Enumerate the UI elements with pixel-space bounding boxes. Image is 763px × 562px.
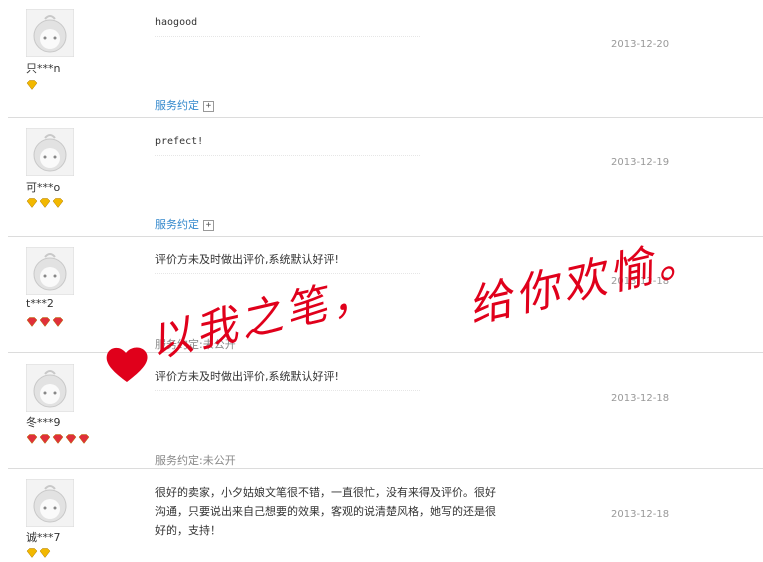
service-agreement-label: 服务约定	[155, 338, 199, 351]
service-agreement-link[interactable]: 服务约定 +	[155, 97, 214, 113]
diamond-badge-icon	[26, 548, 38, 558]
calligraphy-text-one: 以我之笔，	[145, 267, 381, 368]
review-comment: 评价方未及时做出评价,系统默认好评!	[155, 370, 339, 383]
credit-badges	[26, 198, 64, 210]
reviewer-name[interactable]: 诚***7	[26, 529, 61, 545]
service-agreement-label[interactable]: 服务约定	[155, 99, 199, 112]
credit-badges	[26, 317, 64, 329]
diamond-badge-icon	[52, 198, 64, 208]
service-agreement-label: 服务约定	[155, 454, 199, 467]
default-avatar-icon[interactable]	[26, 364, 74, 412]
reviewer-name[interactable]: t***2	[26, 297, 54, 310]
default-avatar-icon[interactable]	[26, 128, 74, 176]
diamond-badge-icon	[39, 317, 51, 327]
default-avatar-icon[interactable]	[26, 247, 74, 295]
diamond-badge-icon	[26, 434, 38, 444]
comment-divider	[155, 36, 420, 37]
review-separator	[8, 468, 763, 469]
service-agreement-status: 服务约定:未公开	[155, 336, 236, 352]
comment-divider	[155, 155, 420, 156]
credit-badges	[26, 548, 51, 560]
diamond-badge-icon	[39, 548, 51, 558]
diamond-badge-icon	[26, 80, 38, 90]
credit-badges	[26, 434, 90, 446]
review-separator	[8, 236, 763, 237]
default-avatar-icon[interactable]	[26, 9, 74, 57]
review-date: 2013-12-18	[611, 393, 670, 404]
review-separator	[8, 352, 763, 353]
review-comment: haogood	[155, 17, 198, 28]
review-date: 2013-12-20	[611, 39, 670, 50]
review-date: 2013-12-19	[611, 157, 670, 168]
service-agreement-value: :未公开	[199, 338, 236, 351]
comment-divider	[155, 273, 420, 274]
review-date: 2013-12-18	[611, 276, 670, 287]
review-comment: 很好的卖家，小夕姑娘文笔很不错，一直很忙，没有来得及评价。很好沟通，只要说出来自…	[155, 486, 496, 537]
review-date: 2013-12-18	[611, 509, 670, 520]
diamond-badge-icon	[39, 198, 51, 208]
review-comment: prefect!	[155, 136, 204, 147]
service-agreement-value: :未公开	[199, 454, 236, 467]
reviewer-name[interactable]: 冬***9	[26, 414, 61, 430]
comment-divider	[155, 390, 420, 391]
diamond-badge-icon	[26, 317, 38, 327]
diamond-badge-icon	[39, 434, 51, 444]
diamond-badge-icon	[52, 434, 64, 444]
expand-icon[interactable]: +	[203, 100, 214, 112]
service-agreement-label[interactable]: 服务约定	[155, 218, 199, 231]
review-separator	[8, 117, 763, 118]
diamond-badge-icon	[65, 434, 77, 444]
default-avatar-icon[interactable]	[26, 479, 74, 527]
review-comment: 评价方未及时做出评价,系统默认好评!	[155, 253, 339, 266]
service-agreement-link[interactable]: 服务约定 +	[155, 216, 214, 232]
reviewer-name[interactable]: 可***o	[26, 179, 60, 195]
diamond-badge-icon	[26, 198, 38, 208]
heart-icon	[106, 347, 148, 382]
diamond-badge-icon	[52, 317, 64, 327]
reviewer-name[interactable]: 只***n	[26, 60, 60, 76]
diamond-badge-icon	[78, 434, 90, 444]
credit-badges	[26, 80, 38, 92]
expand-icon[interactable]: +	[203, 219, 214, 231]
service-agreement-status: 服务约定:未公开	[155, 452, 236, 468]
